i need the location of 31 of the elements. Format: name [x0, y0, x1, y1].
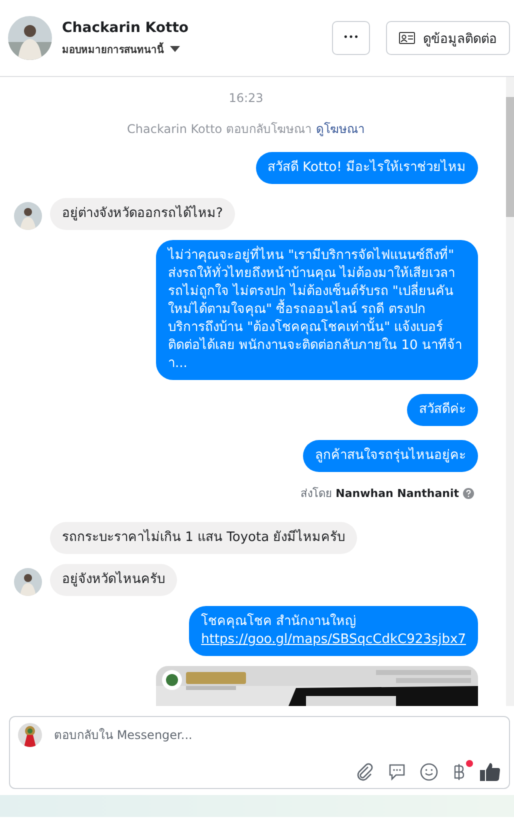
- message-bubble: โชคคุณโชค สำนักงานใหญ่ https://goo.gl/maps/SBSqcCdkC923sjbx7: [189, 606, 478, 656]
- thumbs-up-icon[interactable]: [479, 762, 501, 782]
- sender-name: Nanwhan Nanthanit: [336, 486, 459, 500]
- paperclip-icon[interactable]: [355, 762, 375, 782]
- reply-composer[interactable]: ตอบกลับใน Messenger...: [9, 716, 510, 789]
- more-button[interactable]: •••: [332, 21, 370, 55]
- contact-avatar: [14, 202, 42, 230]
- contact-name: Chackarin Kotto: [62, 20, 190, 36]
- sent-by-label: ส่งโดย: [300, 486, 332, 502]
- view-ad-link[interactable]: ดูโฆษณา: [316, 119, 365, 138]
- message-bubble: ไม่ว่าคุณจะอยู่ที่ไหน "เรามีบริการจัดไฟแนนซ์ถึงที่" ส่งรถให้ทั่วไทยถึงหน้าบ้านคุณ ไม่ต้องมาให้เสียเวลา รถไม่ถูกใจ ไม่ตรงปก ไม่ต้องเซ็นต์รับรถ "เปลี่ยนคันใหม่ได้ตามใจคุณ" ซื้อรถออนไลน์ รถดี ตรงปก บริการถึงบ้าน "ต้องโชคคุณโชคเท่านั้น" แจ้งเบอร์ติดต่อได้เลย พนักงานจะติดต่อกลับภายใน 10 นาทีจ้าา...: [156, 240, 478, 380]
- message-bubble: อยู่ต่างจังหวัดออกรถได้ไหม?: [50, 198, 235, 230]
- map-link[interactable]: https://goo.gl/maps/SBSqcCdkC923sjbx7: [201, 632, 466, 647]
- message-bubble: ลูกค้าสนใจรถรุ่นไหนอยู่คะ: [303, 440, 478, 472]
- message-bubble: สวัสดี Kotto! มีอะไรให้เราช่วยไหม: [256, 152, 478, 184]
- help-icon[interactable]: [463, 488, 474, 498]
- timestamp: 16:23: [228, 91, 264, 105]
- view-contact-button[interactable]: ดูข้อมูลติดต่อ: [386, 21, 510, 55]
- message-bubble: รถกระบะราคาไม่เกิน 1 แสน Toyota ยังมีไหมครับ: [50, 522, 358, 554]
- profile-avatar: [8, 16, 52, 60]
- page-avatar: [18, 723, 42, 747]
- message-bubble: สวัสดีค่ะ: [407, 394, 478, 426]
- contact-card-icon: [399, 32, 415, 44]
- chat-bubble-icon[interactable]: [387, 762, 407, 782]
- caret-icon: [170, 46, 180, 52]
- assign-conversation-dropdown[interactable]: มอบหมายการสนทนานี้: [62, 42, 180, 56]
- message-bubble: อยู่จังหวัดไหนครับ: [50, 564, 177, 596]
- contact-avatar: [14, 568, 42, 596]
- emoji-icon[interactable]: [419, 762, 439, 782]
- system-notice: Chackarin Kotto ตอบกลับโฆษณา: [127, 121, 312, 138]
- scrollbar[interactable]: [506, 77, 514, 706]
